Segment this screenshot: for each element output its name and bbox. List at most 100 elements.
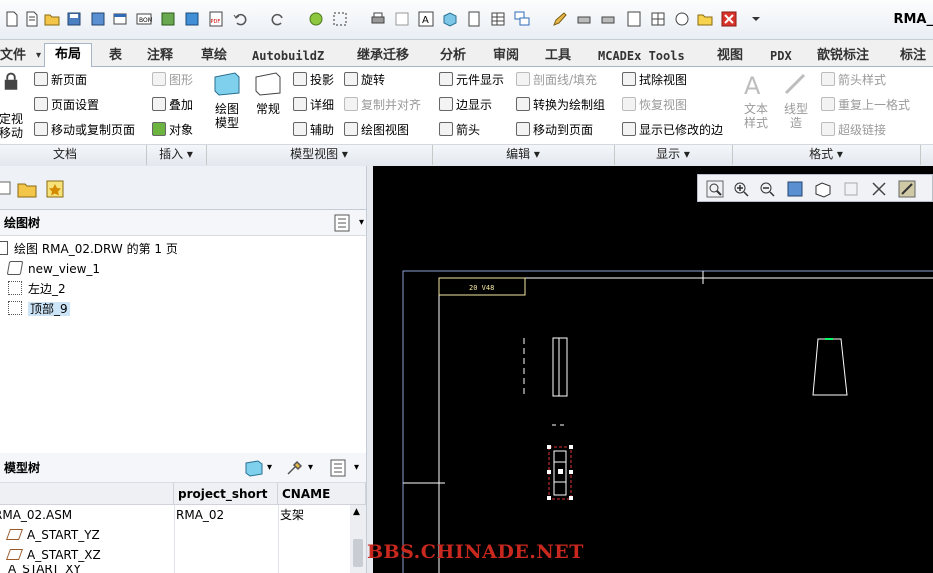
close-window-icon[interactable] (394, 11, 410, 27)
table-row[interactable]: A_START_XZ (5, 545, 101, 565)
show-modified-edges-button[interactable]: 显示已修改的边 (622, 120, 723, 140)
hyperlink-button[interactable]: 超级链接 (821, 120, 886, 140)
pdf-icon[interactable]: PDF (208, 11, 224, 27)
section-fill-button[interactable]: 剖面线/填充 (516, 70, 597, 90)
page-icon[interactable] (466, 11, 482, 27)
auxiliary-button[interactable]: 辅助 (293, 120, 334, 140)
select-box-icon[interactable] (332, 11, 348, 27)
open-folder-icon[interactable] (44, 11, 60, 27)
save-icon[interactable] (66, 11, 82, 27)
column-header-cname[interactable]: CNAME (278, 483, 366, 505)
erase-view-button[interactable]: 拭除视图 (622, 70, 687, 90)
tools-icon[interactable] (285, 459, 305, 477)
move-copy-page-button[interactable]: 移动或复制页面 (34, 120, 135, 140)
drawing-model-button[interactable]: 绘图 模型 (209, 71, 245, 130)
scroll-thumb[interactable] (353, 539, 363, 567)
window-icon[interactable] (112, 11, 128, 27)
new-file-icon[interactable] (4, 11, 20, 27)
tab-view[interactable]: 视图 (717, 45, 743, 67)
rotate-button[interactable]: 旋转 (344, 70, 385, 90)
column-header-project-short[interactable]: project_short (174, 483, 278, 505)
drawing-view-button[interactable]: 绘图视图 (344, 120, 409, 140)
group-label-insert[interactable]: 插入 ▾ (146, 145, 206, 163)
undo-icon[interactable] (232, 11, 248, 27)
group-label-edit[interactable]: 编辑 ▾ (432, 145, 614, 163)
table-row[interactable]: A_START_XY (8, 565, 81, 573)
display-icon[interactable] (244, 459, 264, 477)
print-icon[interactable] (370, 11, 386, 27)
close-icon[interactable] (721, 11, 737, 27)
tree-item-left-view[interactable]: 左边_2 (8, 280, 66, 298)
printer2-icon[interactable] (576, 11, 592, 27)
tab-table[interactable]: 表 (109, 45, 122, 67)
tab-xinrui-annotate[interactable]: 歆锐标注 (817, 45, 869, 67)
group-label-display[interactable]: 显示 ▾ (614, 145, 732, 163)
tab-tools[interactable]: 工具 (545, 45, 571, 67)
line-style-button[interactable]: 线型 造 (778, 71, 814, 130)
general-view-button[interactable]: 常规 (250, 71, 286, 116)
page-setup-button[interactable]: 页面设置 (34, 95, 99, 115)
tab-mcadex-tools[interactable]: MCADEx Tools (598, 45, 685, 67)
arrow-style-button[interactable]: 箭头样式 (821, 70, 886, 90)
panel-splitter[interactable] (366, 166, 373, 573)
object-button[interactable]: 对象 (152, 120, 193, 140)
tab-inheritance[interactable]: 继承迁移 (357, 45, 409, 67)
tree-settings-dropdown[interactable]: ▾ (359, 210, 364, 236)
graphics-canvas[interactable]: 20 V48 BBS.CHINADE.NET (367, 166, 933, 573)
text-icon[interactable]: A (418, 11, 434, 27)
tab-sketch[interactable]: 草绘 (201, 45, 227, 67)
group-label-format[interactable]: 格式 ▾ (732, 145, 920, 163)
detail-button[interactable]: 详细 (293, 95, 334, 115)
tree-item-sheet[interactable]: 绘图 RMA_02.DRW 的第 1 页 (0, 240, 178, 258)
tab-layout[interactable]: 布局 (44, 43, 93, 68)
projection-button[interactable]: 投影 (293, 70, 334, 90)
model-settings-dropdown[interactable]: ▾ (354, 453, 359, 483)
tree-settings-icon[interactable] (334, 214, 350, 232)
tree-tab-icon[interactable] (0, 180, 12, 196)
table-row[interactable]: A_START_YZ (5, 525, 100, 545)
export2-icon[interactable] (184, 11, 200, 27)
model-tree-scrollbar[interactable]: ▲ (350, 505, 366, 573)
tab-analysis[interactable]: 分析 (440, 45, 466, 67)
chevron-down-icon[interactable] (748, 11, 764, 27)
model-settings-icon[interactable] (330, 459, 346, 477)
favorites-tab-icon[interactable] (44, 178, 66, 200)
move-to-page-button[interactable]: 移动到页面 (516, 120, 593, 140)
tools-dropdown[interactable]: ▾ (308, 453, 313, 483)
tree-item-top-view[interactable]: 顶部_9 (8, 300, 70, 318)
tab-review[interactable]: 审阅 (493, 45, 519, 67)
edge-display-button[interactable]: 边显示 (439, 95, 492, 115)
measure-icon[interactable] (674, 11, 690, 27)
export-icon[interactable] (160, 11, 176, 27)
text-style-button[interactable]: A 文本 样式 (738, 71, 774, 130)
element-display-button[interactable]: 元件显示 (439, 70, 504, 90)
printer3-icon[interactable] (600, 11, 616, 27)
tab-annotation[interactable]: 标注 (900, 45, 926, 67)
redo-icon[interactable] (270, 11, 286, 27)
tab-pdx[interactable]: PDX (770, 45, 792, 67)
column-header-name[interactable] (0, 483, 174, 505)
repeat-format-button[interactable]: 重复上一格式 (821, 95, 910, 115)
graphic-button[interactable]: 图形 (152, 70, 193, 90)
table-row[interactable]: RMA_02.ASM (0, 505, 72, 525)
edit-icon[interactable] (552, 11, 568, 27)
group-label-model-view[interactable]: 模型视图 ▾ (206, 145, 432, 163)
tab-file[interactable]: 文件 (0, 45, 26, 67)
regenerate-icon[interactable] (308, 11, 324, 27)
arrow-button[interactable]: 箭头 (439, 120, 480, 140)
scroll-up-arrow[interactable]: ▲ (353, 507, 360, 517)
new-doc-icon[interactable] (24, 11, 40, 27)
checklist-icon[interactable] (626, 11, 642, 27)
tree-item-new-view[interactable]: new_view_1 (6, 260, 100, 278)
copy-align-button[interactable]: 复制并对齐 (344, 95, 421, 115)
convert-group-button[interactable]: 转换为绘制组 (516, 95, 605, 115)
lock-view-button[interactable]: 定视 移动 (0, 71, 26, 140)
windows-icon[interactable] (514, 11, 530, 27)
save-copy-icon[interactable] (90, 11, 106, 27)
tab-annotate[interactable]: 注释 (147, 45, 173, 67)
model-icon[interactable] (442, 11, 458, 27)
folder-tab-icon[interactable] (16, 178, 38, 200)
display-dropdown[interactable]: ▾ (267, 453, 272, 483)
table-icon[interactable] (490, 11, 506, 27)
restore-view-button[interactable]: 恢复视图 (622, 95, 687, 115)
